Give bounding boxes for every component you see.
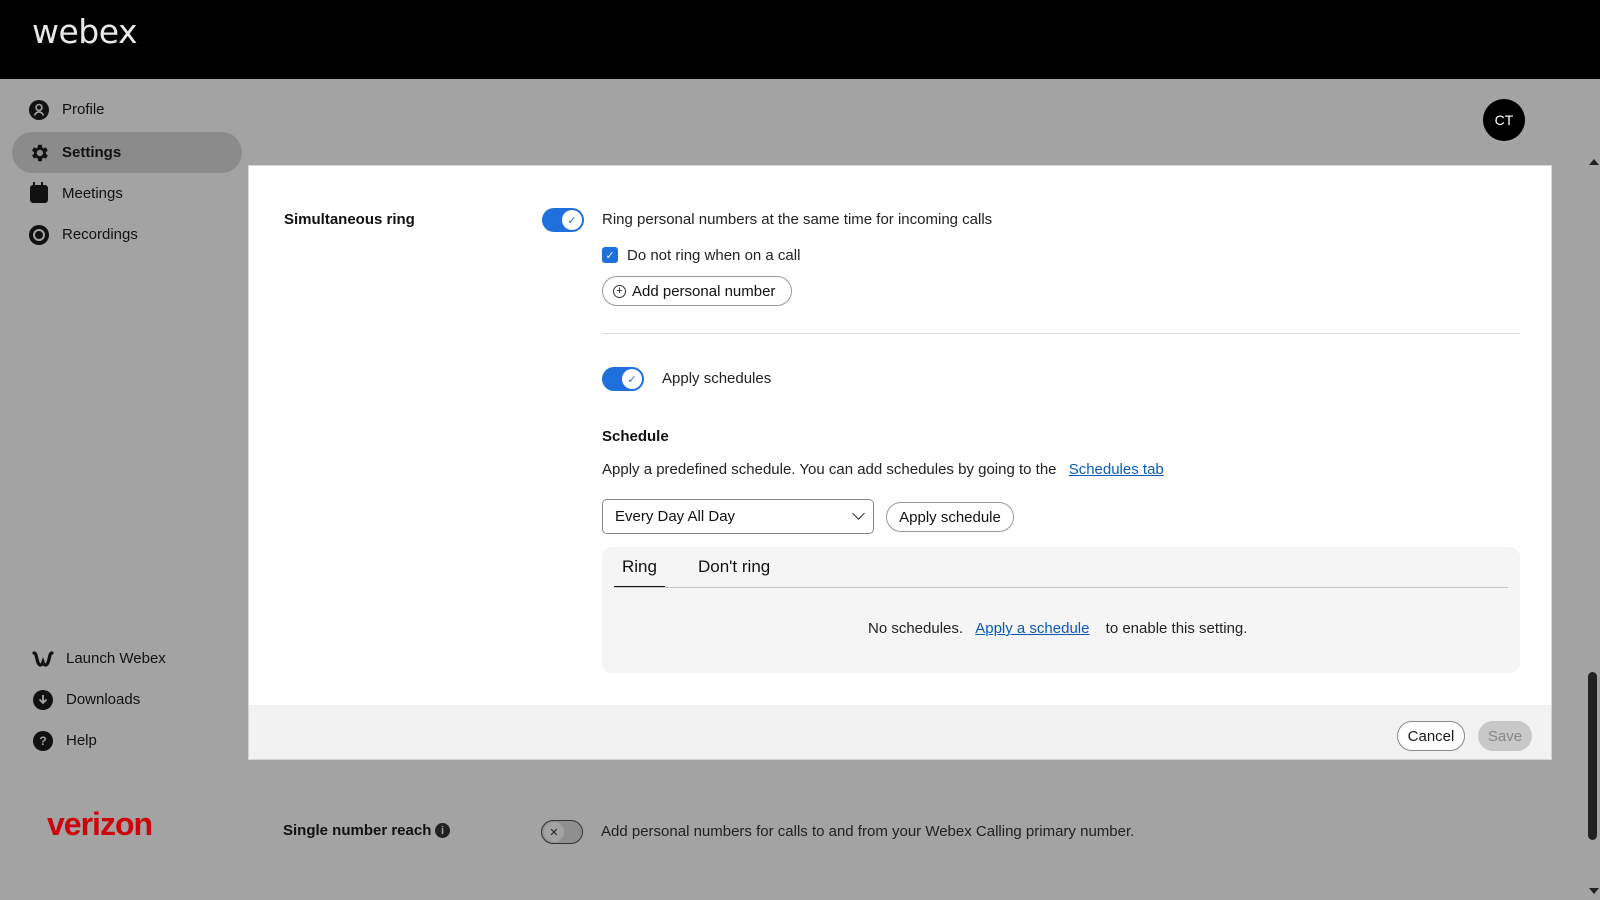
help-icon: ? <box>32 730 54 752</box>
info-icon[interactable]: i <box>435 823 450 838</box>
section-title-simultaneous-ring: Simultaneous ring <box>284 211 415 228</box>
sidebar-item-profile[interactable]: Profile <box>12 89 242 130</box>
sidebar-item-launch-webex[interactable]: Launch Webex <box>16 638 246 679</box>
check-icon: ✓ <box>605 249 615 262</box>
top-bar: webex <box>0 0 1600 79</box>
sidebar-item-settings[interactable]: Settings <box>12 132 242 173</box>
no-schedules-message: No schedules. Apply a schedule to enable… <box>868 620 1247 637</box>
chevron-down-icon <box>852 507 865 520</box>
tab-underline <box>614 587 1508 588</box>
do-not-ring-label: Do not ring when on a call <box>627 247 801 264</box>
simultaneous-ring-toggle[interactable]: ✓ <box>542 208 584 232</box>
gear-icon <box>28 142 50 164</box>
schedules-tab-link[interactable]: Schedules tab <box>1069 461 1164 478</box>
simultaneous-ring-card: Simultaneous ring ✓ Ring personal number… <box>248 165 1552 760</box>
webex-logo-icon <box>32 648 54 670</box>
sidebar-item-downloads[interactable]: Downloads <box>16 679 246 720</box>
scroll-down-arrow-icon[interactable] <box>1589 888 1599 894</box>
sidebar-item-label: Settings <box>62 144 122 161</box>
apply-a-schedule-link[interactable]: Apply a schedule <box>975 620 1089 637</box>
apply-schedule-button[interactable]: Apply schedule <box>886 502 1014 532</box>
profile-icon <box>28 99 50 121</box>
no-schedules-prefix: No schedules. <box>868 620 964 637</box>
schedule-select[interactable]: Every Day All Day <box>602 499 874 534</box>
no-schedules-suffix: to enable this setting. <box>1105 620 1248 637</box>
schedule-tabs-panel: Ring Don't ring No schedules. Apply a sc… <box>602 547 1520 673</box>
sidebar-item-label: Profile <box>62 101 105 118</box>
schedule-select-value: Every Day All Day <box>615 508 736 525</box>
sidebar-item-label: Help <box>66 732 97 749</box>
sidebar-item-label: Recordings <box>62 226 138 243</box>
schedule-heading: Schedule <box>602 428 669 445</box>
sidebar-item-meetings[interactable]: Meetings <box>12 173 242 214</box>
sidebar-item-recordings[interactable]: Recordings <box>12 214 242 255</box>
schedule-description-text: Apply a predefined schedule. You can add… <box>602 461 1057 478</box>
check-icon: ✓ <box>562 210 582 230</box>
scroll-up-arrow-icon[interactable] <box>1589 159 1599 165</box>
save-button[interactable]: Save <box>1478 721 1532 751</box>
plus-circle-icon: + <box>613 284 626 298</box>
scrollbar-thumb[interactable] <box>1588 672 1597 840</box>
sidebar-item-help[interactable]: ? Help <box>16 720 246 761</box>
calendar-icon <box>28 181 50 205</box>
simultaneous-ring-description: Ring personal numbers at the same time f… <box>602 211 993 228</box>
section-title-single-number-reach: Single number reach <box>283 822 432 839</box>
card-footer <box>249 705 1551 759</box>
cancel-button[interactable]: Cancel <box>1397 721 1465 751</box>
avatar[interactable]: CT <box>1483 99 1525 141</box>
schedule-description: Apply a predefined schedule. You can add… <box>602 461 1164 478</box>
apply-schedules-label: Apply schedules <box>662 370 772 387</box>
sidebar-item-label: Meetings <box>62 185 123 202</box>
close-icon: ✕ <box>544 822 564 842</box>
apply-schedules-toggle[interactable]: ✓ <box>602 367 644 391</box>
do-not-ring-checkbox[interactable]: ✓ <box>602 247 618 263</box>
add-personal-number-button[interactable]: + Add personal number <box>602 276 792 306</box>
tab-dont-ring[interactable]: Don't ring <box>698 557 770 577</box>
add-personal-number-label: Add personal number <box>632 282 776 300</box>
record-icon <box>28 224 50 246</box>
sidebar-item-label: Downloads <box>66 691 141 708</box>
sidebar-item-label: Launch Webex <box>66 650 166 667</box>
download-icon <box>32 689 54 711</box>
single-number-reach-description: Add personal numbers for calls to and fr… <box>601 823 1135 840</box>
single-number-reach-toggle[interactable]: ✕ <box>541 820 583 844</box>
divider <box>602 333 1520 334</box>
check-icon: ✓ <box>622 369 642 389</box>
tab-ring[interactable]: Ring <box>614 557 665 588</box>
webex-logo: webex <box>32 12 138 51</box>
verizon-logo: verizon <box>47 806 153 842</box>
